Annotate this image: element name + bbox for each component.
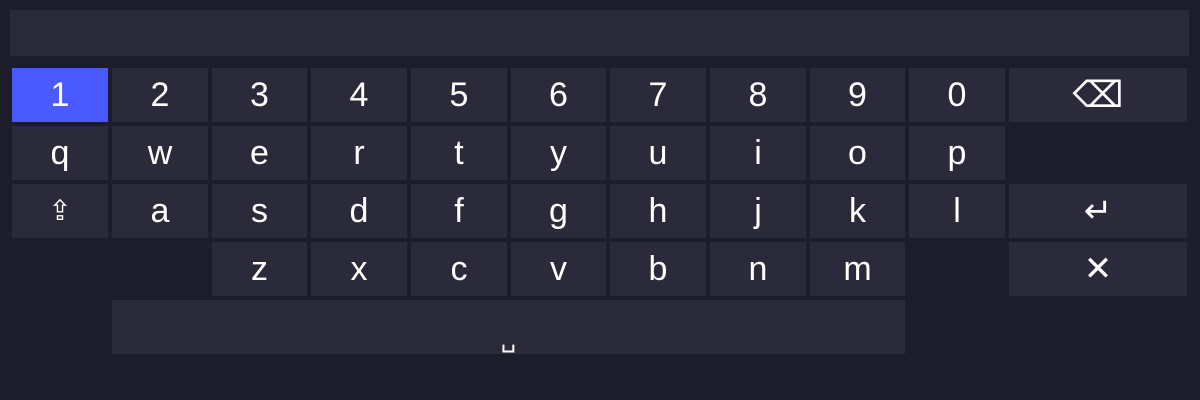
key-x[interactable]: x — [311, 242, 407, 296]
key-p[interactable]: p — [909, 126, 1005, 180]
key-n[interactable]: n — [710, 242, 806, 296]
key-r[interactable]: r — [311, 126, 407, 180]
key-0[interactable]: 0 — [909, 68, 1005, 122]
backspace-icon: ⌫ — [1072, 74, 1124, 115]
key-o[interactable]: o — [810, 126, 905, 180]
enter-icon: ↵ — [1083, 192, 1113, 230]
backspace-key[interactable]: ⌫ — [1009, 68, 1187, 122]
key-q[interactable]: q — [12, 126, 108, 180]
key-b[interactable]: b — [610, 242, 706, 296]
key-6[interactable]: 6 — [511, 68, 606, 122]
key-j[interactable]: j — [710, 184, 806, 238]
key-f[interactable]: f — [411, 184, 507, 238]
key-2[interactable]: 2 — [112, 68, 208, 122]
key-z[interactable]: z — [212, 242, 307, 296]
key-w[interactable]: w — [112, 126, 208, 180]
space-icon: ␣ — [500, 326, 517, 353]
shift-icon: ⇪ — [48, 195, 72, 226]
key-d[interactable]: d — [311, 184, 407, 238]
key-9[interactable]: 9 — [810, 68, 905, 122]
key-h[interactable]: h — [610, 184, 706, 238]
shift-key[interactable]: ⇪ — [12, 184, 108, 238]
key-k[interactable]: k — [810, 184, 905, 238]
close-key[interactable]: ✕ — [1009, 242, 1187, 296]
key-8[interactable]: 8 — [710, 68, 806, 122]
onscreen-keyboard-screen: 1 2 3 4 5 6 7 8 9 0 ⌫ q w e r t y u i o … — [0, 0, 1200, 400]
close-icon: ✕ — [1083, 250, 1113, 288]
key-a[interactable]: a — [112, 184, 208, 238]
space-key[interactable]: ␣ — [112, 300, 905, 354]
key-e[interactable]: e — [212, 126, 307, 180]
key-4[interactable]: 4 — [311, 68, 407, 122]
key-m[interactable]: m — [810, 242, 905, 296]
key-t[interactable]: t — [411, 126, 507, 180]
enter-key[interactable]: ↵ — [1009, 184, 1187, 238]
key-7[interactable]: 7 — [610, 68, 706, 122]
key-y[interactable]: y — [511, 126, 606, 180]
key-1[interactable]: 1 — [12, 68, 108, 122]
key-c[interactable]: c — [411, 242, 507, 296]
text-input-field[interactable] — [10, 10, 1189, 56]
key-v[interactable]: v — [511, 242, 606, 296]
key-s[interactable]: s — [212, 184, 307, 238]
key-3[interactable]: 3 — [212, 68, 307, 122]
key-g[interactable]: g — [511, 184, 606, 238]
key-l[interactable]: l — [909, 184, 1005, 238]
key-i[interactable]: i — [710, 126, 806, 180]
key-u[interactable]: u — [610, 126, 706, 180]
key-5[interactable]: 5 — [411, 68, 507, 122]
